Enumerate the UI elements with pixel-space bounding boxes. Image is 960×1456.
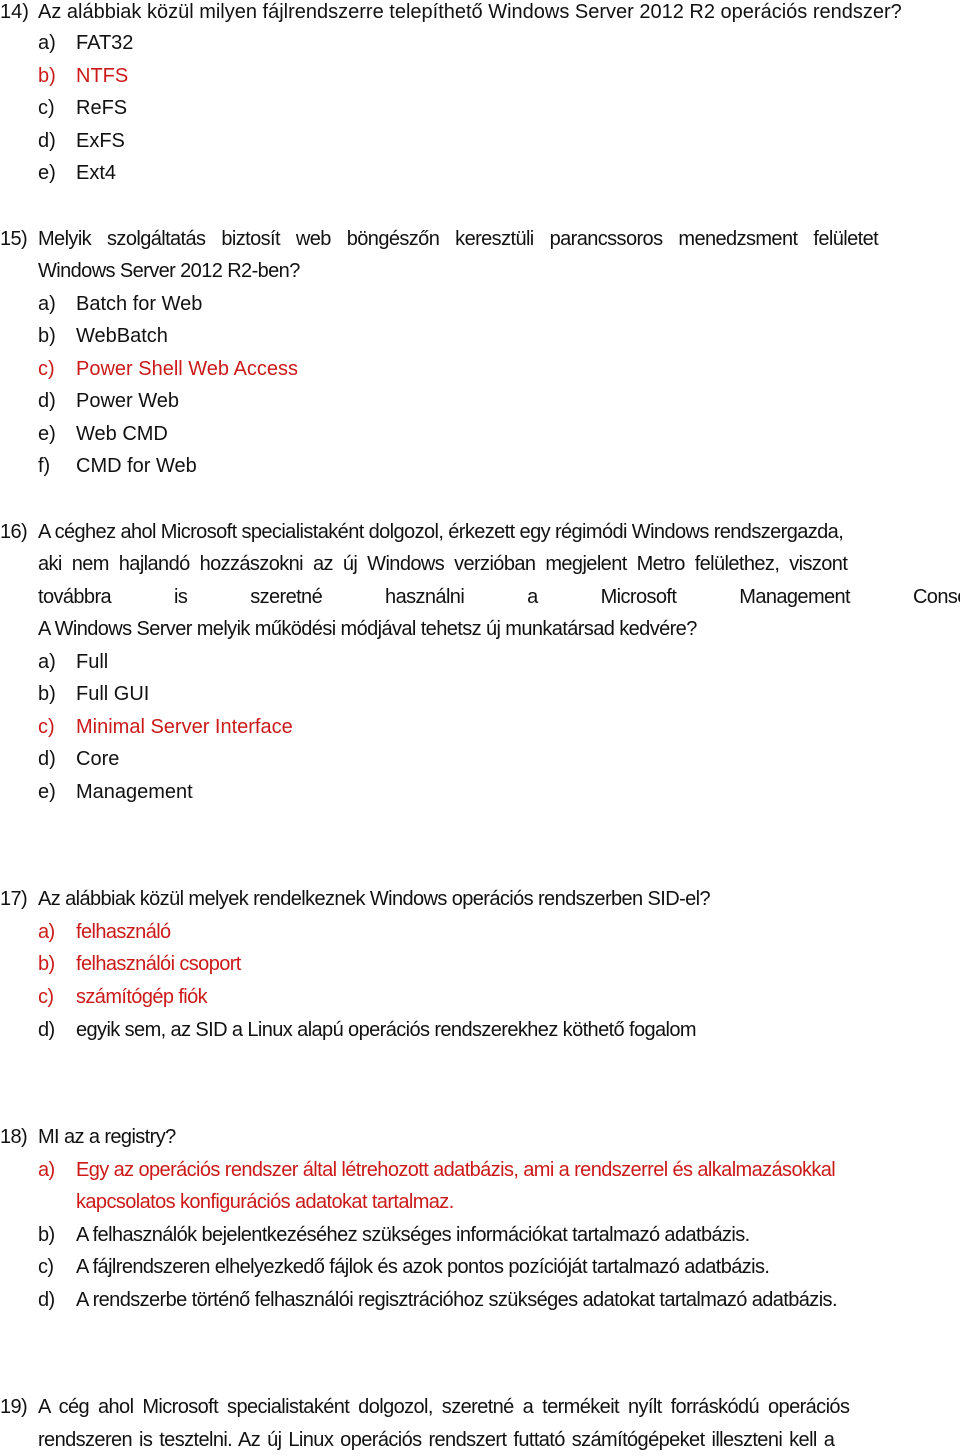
- option-text: Core: [76, 748, 120, 770]
- option-text: ExFS: [76, 130, 125, 152]
- question-text: A cég ahol Microsoft specialistaként dol…: [38, 1396, 850, 1418]
- option-text: A rendszerbe történő felhasználói regisz…: [76, 1289, 838, 1311]
- question-text: rendszeren is tesztelni. Az új Linux ope…: [38, 1429, 835, 1451]
- option-text: számítógép fiók: [76, 986, 208, 1008]
- question-number: 18): [0, 1126, 28, 1148]
- question-text: Az alábbiak közül milyen fájlrendszerre …: [38, 1, 902, 23]
- option-label: c): [38, 716, 55, 738]
- option-label: b): [38, 953, 55, 975]
- option-text: Full: [76, 651, 109, 673]
- question-number: 14): [0, 1, 29, 23]
- question-text: MI az a registry?: [38, 1126, 176, 1148]
- option-label: b): [38, 1224, 55, 1246]
- option-label: a): [38, 293, 56, 315]
- option-text: CMD for Web: [76, 455, 197, 477]
- option-label: b): [38, 683, 56, 705]
- question-number: 19): [0, 1396, 28, 1418]
- option-text: Egy az operációs rendszer által létrehoz…: [76, 1159, 836, 1181]
- option-text: Batch for Web: [76, 293, 203, 315]
- option-text: Minimal Server Interface: [76, 716, 293, 738]
- question-text: A Windows Server melyik működési módjáva…: [38, 618, 697, 640]
- option-label: d): [38, 1289, 55, 1311]
- option-label: c): [38, 1256, 54, 1278]
- option-text: felhasználói csoport: [76, 953, 241, 975]
- question-text: Melyik szolgáltatás biztosít web böngész…: [38, 228, 879, 250]
- option-label: e): [38, 781, 56, 803]
- question-number: 16): [0, 521, 28, 543]
- option-label: a): [38, 32, 56, 54]
- option-text: FAT32: [76, 32, 134, 54]
- question-number: 15): [0, 228, 28, 250]
- option-label: a): [38, 651, 56, 673]
- option-text: kapcsolatos konfigurációs adatokat tarta…: [76, 1191, 454, 1213]
- option-label: c): [38, 97, 55, 119]
- option-text: Power Shell Web Access: [76, 358, 298, 380]
- option-text: WebBatch: [76, 325, 168, 347]
- option-label: e): [38, 162, 56, 184]
- question-text: aki nem hajlandó hozzászokni az új Windo…: [38, 553, 848, 575]
- option-label: c): [38, 986, 54, 1008]
- option-label: b): [38, 65, 56, 87]
- option-label: a): [38, 1159, 55, 1181]
- option-label: d): [38, 1019, 55, 1041]
- option-label: a): [38, 921, 55, 943]
- question-number: 17): [0, 888, 28, 910]
- option-text: ReFS: [76, 97, 128, 119]
- option-text: Web CMD: [76, 423, 168, 445]
- option-text: Ext4: [76, 162, 117, 184]
- option-text: Power Web: [76, 390, 180, 412]
- option-text: NTFS: [76, 65, 129, 87]
- option-text: A fájlrendszeren elhelyezkedő fájlok és …: [76, 1256, 770, 1278]
- option-text: A felhasználók bejelentkezéséhez szükség…: [76, 1224, 750, 1246]
- option-label: b): [38, 325, 56, 347]
- option-text: Full GUI: [76, 683, 150, 705]
- option-label: e): [38, 423, 56, 445]
- option-text: egyik sem, az SID a Linux alapú operáció…: [76, 1019, 697, 1041]
- option-label: d): [38, 390, 56, 412]
- option-text: Management: [76, 781, 193, 803]
- question-text: A céghez ahol Microsoft specialistaként …: [38, 521, 844, 543]
- option-label: d): [38, 748, 56, 770]
- option-label: d): [38, 130, 56, 152]
- option-label: c): [38, 358, 55, 380]
- question-text: továbbra is szeretné használni a Microso…: [38, 586, 960, 608]
- option-label: f): [38, 455, 51, 477]
- question-text: Az alábbiak közül melyek rendelkeznek Wi…: [38, 888, 711, 910]
- question-text: Windows Server 2012 R2-ben?: [38, 260, 300, 282]
- option-text: felhasználó: [76, 921, 171, 943]
